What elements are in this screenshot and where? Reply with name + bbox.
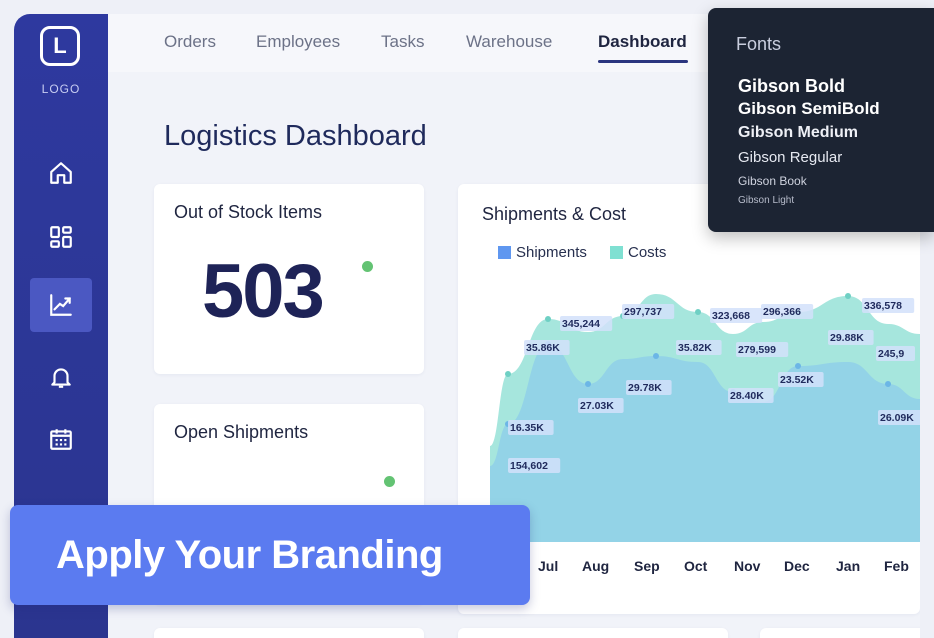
open-shipments-title: Open Shipments: [174, 422, 309, 442]
home-icon: [50, 162, 72, 184]
x-tick-label: Oct: [684, 558, 708, 574]
active-tab-indicator: [598, 60, 688, 63]
chart-icon: [50, 294, 72, 316]
font-sample-medium: Gibson Medium: [738, 124, 858, 141]
costs-point: [505, 371, 511, 377]
costs-data-label: 336,578: [864, 300, 902, 312]
tab-dashboard[interactable]: Dashboard: [598, 32, 687, 52]
font-sample-regular: Gibson Regular: [738, 149, 843, 166]
font-sample-bold: Gibson Bold: [738, 76, 845, 96]
font-sample-book: Gibson Book: [738, 174, 807, 188]
sidebar-item-home[interactable]: [30, 146, 92, 200]
card-stub: [760, 628, 920, 638]
costs-data-label: 323,668: [712, 310, 750, 322]
x-tick-label: Dec: [784, 558, 810, 574]
shipments-data-label: 23.52K: [780, 374, 814, 386]
out-of-stock-value: 503: [202, 249, 325, 334]
x-tick-label: Sep: [634, 558, 660, 574]
costs-data-label: 245,9: [878, 348, 904, 360]
costs-data-label: 279,599: [738, 344, 776, 356]
costs-data-label: 154,602: [510, 460, 548, 472]
sidebar-item-dashboard[interactable]: [30, 210, 92, 264]
out-of-stock-card[interactable]: Out of Stock Items 503: [154, 184, 424, 374]
x-tick-label: Feb: [884, 558, 909, 574]
x-tick-label: Jan: [836, 558, 861, 574]
shipments-data-label: 26.09K: [880, 412, 914, 424]
sidebar-item-analytics[interactable]: [30, 278, 92, 332]
fonts-heading: Fonts: [736, 34, 782, 54]
costs-point: [545, 316, 551, 322]
sidebar-item-notifications[interactable]: [30, 350, 92, 404]
tab-employees[interactable]: Employees: [256, 32, 340, 52]
tab-orders[interactable]: Orders: [164, 32, 216, 52]
font-sample-light: Gibson Light: [738, 195, 795, 206]
costs-point: [695, 309, 701, 315]
shipments-area: [490, 344, 920, 542]
shipments-point: [885, 381, 891, 387]
fonts-panel: Fonts Gibson Bold Gibson SemiBold Gibson…: [708, 8, 934, 232]
card-stub: [458, 628, 728, 638]
shipments-data-label: 35.82K: [678, 342, 712, 354]
x-tick-label: Nov: [734, 558, 761, 574]
shipments-point: [585, 381, 591, 387]
status-dot: [362, 261, 373, 272]
shipments-point: [795, 363, 801, 369]
banner-text: Apply Your Branding: [56, 533, 443, 577]
x-tick-label: Jul: [538, 558, 559, 574]
shipments-data-label: 16.35K: [510, 422, 544, 434]
shipments-data-label: 27.03K: [580, 400, 614, 412]
costs-data-label: 297,737: [624, 306, 662, 318]
logo-label: LOGO: [41, 82, 81, 96]
tab-tasks[interactable]: Tasks: [381, 32, 424, 52]
dashboard-grid-icon: [50, 226, 72, 248]
font-sample-semibold: Gibson SemiBold: [738, 99, 880, 118]
costs-data-label: 296,366: [763, 306, 801, 318]
shipments-data-label: 35.86K: [526, 342, 560, 354]
logo[interactable]: L: [40, 26, 80, 66]
costs-data-label: 345,244: [562, 318, 600, 330]
shipments-data-label: 29.88K: [830, 332, 864, 344]
status-dot: [384, 476, 395, 487]
card-stub: [154, 628, 424, 638]
sidebar-item-calendar[interactable]: [30, 412, 92, 466]
tab-warehouse[interactable]: Warehouse: [466, 32, 552, 52]
logo-letter: L: [53, 33, 67, 58]
out-of-stock-title: Out of Stock Items: [174, 202, 323, 222]
costs-point: [845, 293, 851, 299]
page-title: Logistics Dashboard: [164, 120, 427, 152]
shipments-data-label: 28.40K: [730, 390, 764, 402]
branding-banner[interactable]: Apply Your Branding: [10, 505, 530, 605]
calendar-icon: [50, 429, 72, 450]
shipments-data-label: 29.78K: [628, 382, 662, 394]
bell-icon: [51, 368, 71, 388]
x-tick-label: Aug: [582, 558, 610, 574]
shipments-point: [653, 353, 659, 359]
